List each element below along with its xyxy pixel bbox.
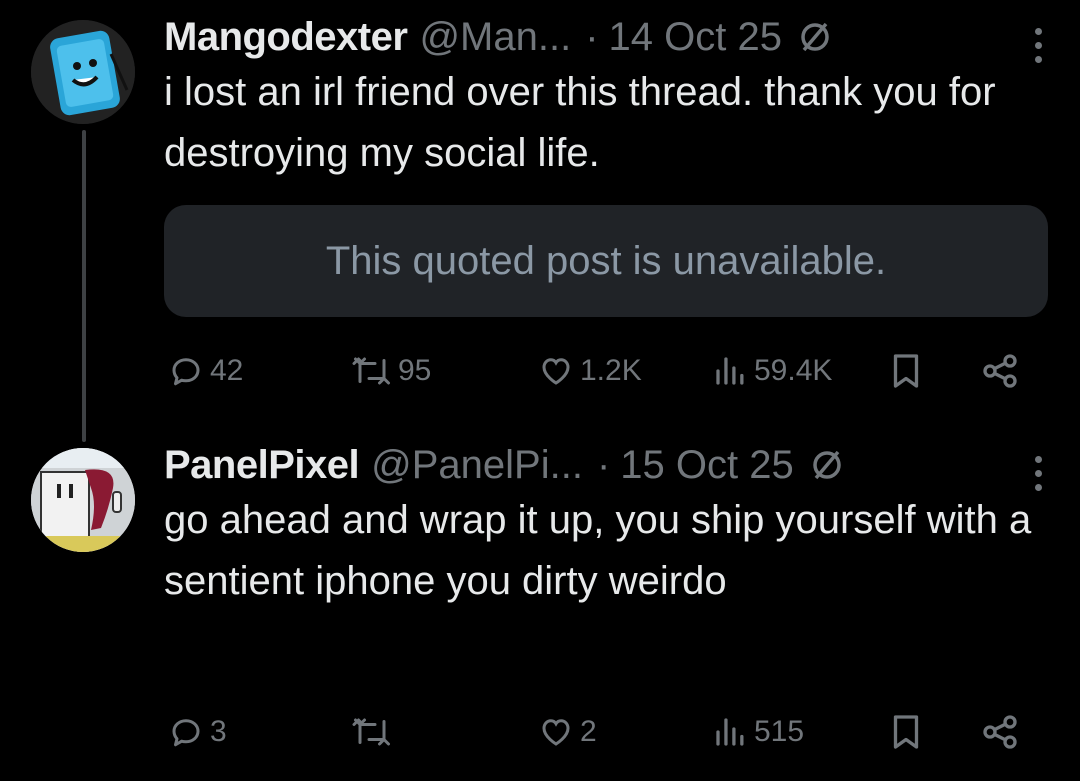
reply-count: 42 bbox=[210, 354, 244, 387]
repost-count: 95 bbox=[398, 354, 432, 387]
separator: · bbox=[585, 14, 599, 59]
no-entry-badge-icon bbox=[810, 448, 844, 482]
reply-icon bbox=[172, 719, 200, 747]
display-name[interactable]: Mangodexter bbox=[164, 15, 408, 60]
display-name[interactable]: PanelPixel bbox=[164, 443, 360, 488]
views-icon bbox=[716, 718, 744, 746]
like-count: 2 bbox=[580, 715, 597, 748]
bookmark-icon bbox=[893, 354, 919, 388]
separator: · bbox=[596, 442, 611, 487]
views-button[interactable]: 515 bbox=[712, 707, 804, 757]
reply-icon bbox=[172, 358, 200, 386]
tweet-text: go ahead and wrap it up, you ship yourse… bbox=[164, 498, 1032, 603]
bookmark-button[interactable] bbox=[888, 346, 924, 396]
repost-icon bbox=[352, 718, 390, 746]
avatar-panelpixel[interactable] bbox=[31, 448, 135, 552]
timestamp[interactable]: 14 Oct 25 bbox=[609, 15, 782, 60]
share-icon bbox=[983, 715, 1017, 749]
share-icon bbox=[983, 354, 1017, 388]
more-icon[interactable] bbox=[1035, 456, 1042, 491]
tweet-1[interactable]: Mangodexter @Man... · 14 Oct 25 i lost a… bbox=[164, 14, 1044, 184]
like-button[interactable]: 1.2K bbox=[538, 346, 642, 396]
action-bar: 3 2 515 bbox=[164, 707, 1034, 757]
no-entry-badge-icon bbox=[798, 20, 832, 54]
like-count: 1.2K bbox=[580, 354, 642, 387]
share-button[interactable] bbox=[980, 346, 1020, 396]
timestamp[interactable]: 15 Oct 25 bbox=[620, 443, 793, 488]
quoted-post-unavailable: This quoted post is unavailable. bbox=[164, 205, 1048, 317]
action-bar: 42 95 1.2K 59.4K bbox=[164, 346, 1034, 396]
avatar-mangodexter[interactable] bbox=[31, 20, 135, 124]
repost-icon bbox=[352, 357, 390, 385]
handle[interactable]: @PanelPi... bbox=[371, 443, 583, 488]
tweet-text: i lost an irl friend over this thread. t… bbox=[164, 70, 996, 175]
tweet-header: Mangodexter @Man... · 14 Oct 25 bbox=[164, 14, 1044, 60]
thread-line bbox=[82, 130, 86, 442]
views-button[interactable]: 59.4K bbox=[712, 346, 832, 396]
views-icon bbox=[716, 357, 744, 385]
like-icon bbox=[542, 719, 570, 746]
like-button[interactable]: 2 bbox=[538, 707, 597, 757]
views-count: 59.4K bbox=[754, 354, 833, 387]
tweet-header: PanelPixel @PanelPi... · 15 Oct 25 bbox=[164, 442, 1044, 488]
more-icon[interactable] bbox=[1035, 28, 1042, 63]
repost-button[interactable]: 95 bbox=[352, 346, 431, 396]
repost-button[interactable] bbox=[352, 707, 398, 757]
views-count: 515 bbox=[754, 715, 805, 748]
like-icon bbox=[542, 358, 570, 385]
reply-button[interactable]: 42 bbox=[168, 346, 243, 396]
tweet-2[interactable]: PanelPixel @PanelPi... · 15 Oct 25 go ah… bbox=[164, 442, 1044, 612]
share-button[interactable] bbox=[980, 707, 1020, 757]
handle[interactable]: @Man... bbox=[419, 15, 571, 60]
bookmark-button[interactable] bbox=[888, 707, 924, 757]
reply-button[interactable]: 3 bbox=[168, 707, 227, 757]
bookmark-icon bbox=[893, 715, 919, 749]
reply-count: 3 bbox=[210, 715, 227, 748]
